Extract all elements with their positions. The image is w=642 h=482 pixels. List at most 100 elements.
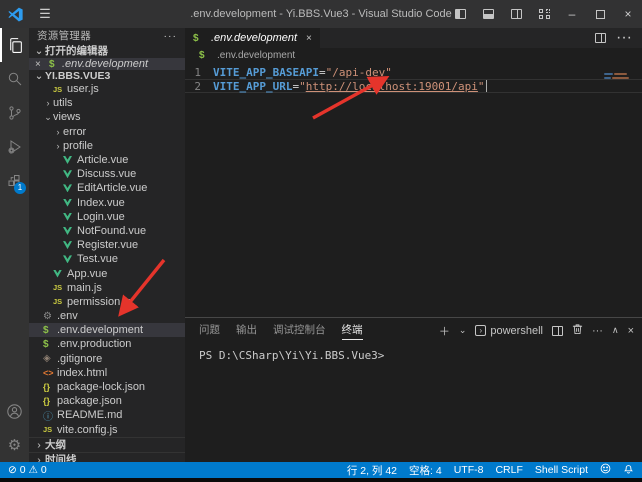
tree-item-discuss-vue[interactable]: Discuss.vue xyxy=(29,167,185,181)
info-icon: ⓘ xyxy=(43,408,57,423)
indentation-status[interactable]: 空格: 4 xyxy=(409,463,442,478)
title-bar: ☰ .env.development - Yi.BBS.Vue3 - Visua… xyxy=(0,0,642,28)
open-editors-header[interactable]: ⌄ 打开的编辑器 xyxy=(29,43,185,58)
chevron-down-icon: ⌄ xyxy=(33,70,45,82)
breadcrumb[interactable]: $ .env.development xyxy=(185,48,642,63)
terminal[interactable]: PS D:\CSharp\Yi\Yi.BBS.Vue3> xyxy=(185,343,642,462)
code-editor[interactable]: 1 VITE_APP_BASEAPI="/api-dev" 2 VITE_APP… xyxy=(185,63,642,317)
maximize-button[interactable] xyxy=(586,0,614,28)
code-line-1[interactable]: 1 VITE_APP_BASEAPI="/api-dev" xyxy=(185,65,642,79)
outline-section-header[interactable]: › 大纲 xyxy=(29,437,185,452)
toggle-secondary-sidebar-icon[interactable] xyxy=(502,0,530,28)
breadcrumb-file[interactable]: .env.development xyxy=(217,50,295,61)
tree-item-package-lock-json[interactable]: {} package-lock.json xyxy=(29,380,185,394)
kill-terminal-icon[interactable] xyxy=(572,323,583,338)
eol-status[interactable]: CRLF xyxy=(495,464,522,476)
terminal-prompt: PS D:\CSharp\Yi\Yi.BBS.Vue3> xyxy=(199,349,384,362)
minimize-button[interactable]: – xyxy=(558,0,586,28)
extensions-icon[interactable]: 1 xyxy=(0,164,29,198)
window-bottom-edge xyxy=(0,478,642,482)
tree-item-readme-md[interactable]: ⓘ README.md xyxy=(29,408,185,422)
tree-item-index-vue[interactable]: Index.vue xyxy=(29,196,185,210)
toggle-panel-icon[interactable] xyxy=(474,0,502,28)
tree-item--gitignore[interactable]: ◈ .gitignore xyxy=(29,352,185,366)
tree-item--env-development[interactable]: $ .env.development xyxy=(29,323,185,337)
panel-more-actions-icon[interactable]: ··· xyxy=(592,325,603,337)
js-icon: JS xyxy=(53,283,67,292)
tree-item-error[interactable]: › error xyxy=(29,125,185,139)
tree-item-editarticle-vue[interactable]: EditArticle.vue xyxy=(29,181,185,195)
tree-item-test-vue[interactable]: Test.vue xyxy=(29,252,185,266)
search-icon[interactable] xyxy=(0,62,29,96)
split-terminal-icon[interactable] xyxy=(552,326,563,336)
tree-item-login-vue[interactable]: Login.vue xyxy=(29,210,185,224)
split-editor-icon[interactable] xyxy=(595,33,606,43)
chevron-right-icon: › xyxy=(53,127,63,137)
gear-icon: ⚙ xyxy=(43,311,57,322)
bottom-panel: 问题 输出 调试控制台 终端 ＋ ⌄ › powershell xyxy=(185,317,642,462)
js-icon: JS xyxy=(43,425,57,434)
tree-item-profile[interactable]: › profile xyxy=(29,139,185,153)
feedback-smiley-icon[interactable] xyxy=(600,463,611,477)
terminal-dropdown-icon[interactable]: ⌄ xyxy=(459,325,467,336)
tree-item-vite-config-js[interactable]: JS vite.config.js xyxy=(29,423,185,437)
json-icon: {} xyxy=(43,382,57,392)
close-window-button[interactable]: × xyxy=(614,0,642,28)
close-icon[interactable]: × xyxy=(35,59,49,70)
sidebar-more-actions-icon[interactable]: ··· xyxy=(164,30,178,42)
language-mode[interactable]: Shell Script xyxy=(535,464,588,476)
tree-item-permission-js[interactable]: JS permission.js xyxy=(29,295,185,309)
maximize-panel-icon[interactable]: ∧ xyxy=(612,325,619,336)
editor-tab-bar: $ .env.development × ··· xyxy=(185,28,642,48)
tree-item-utils[interactable]: › utils xyxy=(29,96,185,110)
problems-status[interactable]: ⊘ 0 ⚠ 0 xyxy=(8,464,47,476)
editor-area: $ .env.development × ··· $ .env.developm… xyxy=(185,28,642,462)
vue-icon xyxy=(63,156,77,164)
source-control-icon[interactable] xyxy=(0,96,29,130)
tree-item-views[interactable]: ⌄ views xyxy=(29,110,185,124)
editor-more-actions-icon[interactable]: ··· xyxy=(616,29,632,47)
tree-item--env-production[interactable]: $ .env.production xyxy=(29,337,185,351)
open-editor-item-env-development[interactable]: × $ .env.development xyxy=(29,58,185,70)
settings-gear-icon[interactable]: ⚙ xyxy=(0,428,29,462)
run-debug-icon[interactable] xyxy=(0,130,29,164)
minimap[interactable] xyxy=(604,73,636,81)
customize-layout-icon[interactable] xyxy=(530,0,558,28)
code-line-2[interactable]: 2 VITE_APP_URL="http://localhost:19001/a… xyxy=(185,79,642,93)
tree-item-article-vue[interactable]: Article.vue xyxy=(29,153,185,167)
cursor-position[interactable]: 行 2, 列 42 xyxy=(347,463,397,478)
tree-item-main-js[interactable]: JS main.js xyxy=(29,281,185,295)
tree-item-register-vue[interactable]: Register.vue xyxy=(29,238,185,252)
account-icon[interactable] xyxy=(0,394,29,428)
tree-item-user-js[interactable]: JS user.js xyxy=(29,82,185,96)
new-terminal-icon[interactable]: ＋ xyxy=(439,323,450,339)
project-root-header[interactable]: ⌄ YI.BBS.VUE3 xyxy=(29,70,185,82)
vue-icon xyxy=(63,213,77,221)
menu-icon[interactable]: ☰ xyxy=(30,6,60,22)
panel-tab-problems[interactable]: 问题 xyxy=(199,322,220,340)
tab-env-development[interactable]: $ .env.development × xyxy=(185,28,320,48)
tree-item--env[interactable]: ⚙ .env xyxy=(29,309,185,323)
close-tab-icon[interactable]: × xyxy=(306,33,312,44)
panel-tab-output[interactable]: 输出 xyxy=(236,322,257,340)
panel-tab-debug-console[interactable]: 调试控制台 xyxy=(273,322,326,340)
tree-item-app-vue[interactable]: App.vue xyxy=(29,266,185,280)
timeline-section-header[interactable]: › 时间线 xyxy=(29,452,185,462)
toggle-sidebar-icon[interactable] xyxy=(446,0,474,28)
tree-item-package-json[interactable]: {} package.json xyxy=(29,394,185,408)
terminal-instance-powershell[interactable]: › powershell xyxy=(475,325,543,337)
tree-item-notfound-vue[interactable]: NotFound.vue xyxy=(29,224,185,238)
explorer-icon[interactable] xyxy=(0,28,29,62)
chevron-right-icon: › xyxy=(33,454,45,462)
extensions-badge: 1 xyxy=(14,182,26,194)
encoding-status[interactable]: UTF-8 xyxy=(454,464,484,476)
close-panel-icon[interactable]: × xyxy=(628,325,634,337)
tree-item-index-html[interactable]: <> index.html xyxy=(29,366,185,380)
url-link[interactable]: http://localhost:19001/api xyxy=(306,80,478,93)
vscode-logo-icon xyxy=(0,7,30,22)
activity-bar: 1 ⚙ xyxy=(0,28,29,462)
notifications-bell-icon[interactable] xyxy=(623,463,634,477)
vue-icon xyxy=(63,170,77,178)
panel-tab-terminal[interactable]: 终端 xyxy=(342,322,363,340)
powershell-icon: › xyxy=(475,325,486,336)
